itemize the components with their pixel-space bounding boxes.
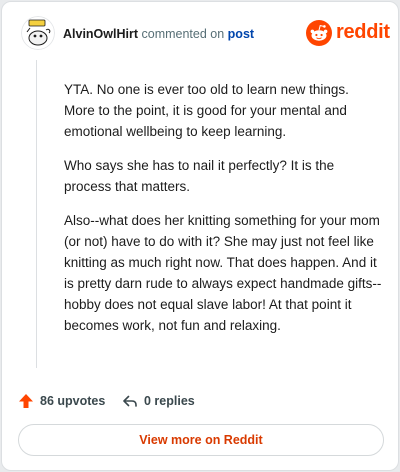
comment-meta: AlvinOwlHirt commented on post — [63, 27, 254, 41]
reddit-logo[interactable]: reddit — [306, 19, 390, 47]
view-more-button[interactable]: View more on Reddit — [18, 424, 384, 456]
comment-embed-card: AlvinOwlHirt commented on post reddit YT… — [1, 1, 399, 471]
reply-count: 0 replies — [144, 394, 195, 408]
reply-button[interactable]: 0 replies — [122, 391, 195, 411]
author-name[interactable]: AlvinOwlHirt — [63, 27, 138, 41]
snoo-avatar-icon — [21, 16, 55, 50]
post-link[interactable]: post — [228, 27, 254, 41]
thread-line — [36, 60, 37, 368]
reply-arrow-icon — [123, 395, 137, 407]
comment-body: YTA. No one is ever too old to learn new… — [64, 79, 382, 349]
comment-paragraph: Also--what does her knitting something f… — [64, 213, 382, 333]
upvote-arrow-icon — [19, 394, 33, 408]
comment-header: AlvinOwlHirt commented on post reddit — [21, 16, 390, 52]
comment-paragraph: Who says she has to nail it perfectly? I… — [64, 158, 335, 194]
comment-actions: 86 upvotes 0 replies — [18, 391, 378, 411]
commented-label: commented on — [141, 27, 225, 41]
comment-paragraph: YTA. No one is ever too old to learn new… — [64, 82, 349, 139]
upvote-button[interactable]: 86 upvotes — [18, 391, 105, 411]
reddit-snoo-icon — [306, 20, 332, 46]
user-avatar[interactable] — [21, 16, 55, 50]
brand-wordmark: reddit — [336, 21, 390, 43]
upvote-count: 86 upvotes — [40, 394, 106, 408]
